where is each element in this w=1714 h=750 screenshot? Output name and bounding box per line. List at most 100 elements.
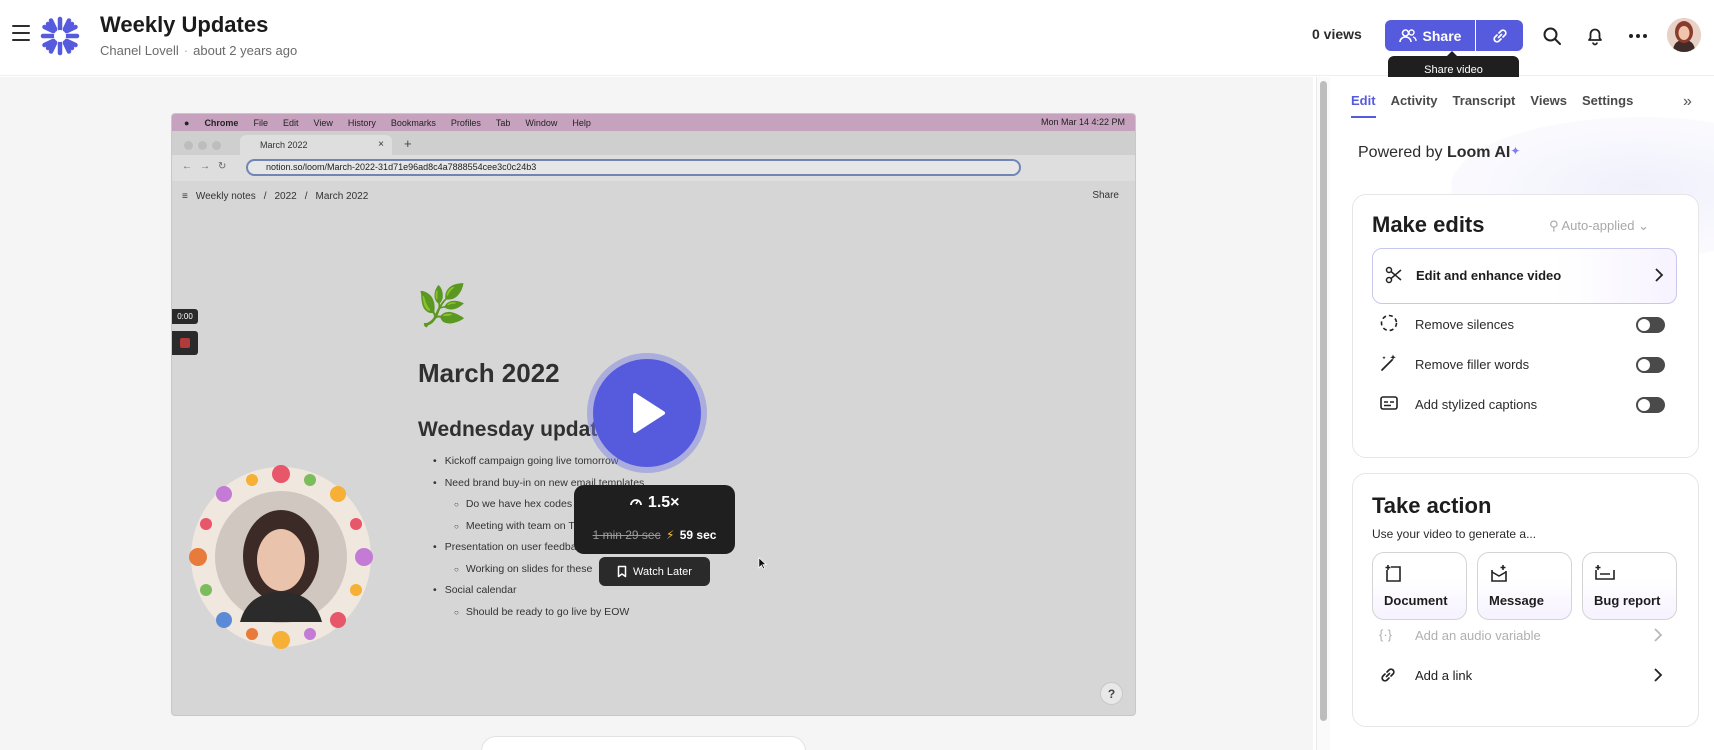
browser-tabstrip: March 2022 × + bbox=[172, 131, 1135, 155]
address-bar: notion.so/loom/March-2022-31d71e96ad8c4a… bbox=[246, 159, 1021, 176]
menu-item: Edit bbox=[282, 117, 299, 128]
menu-item: History bbox=[347, 117, 376, 128]
tab-activity[interactable]: Activity bbox=[1391, 93, 1438, 108]
menu-item: Bookmarks bbox=[390, 117, 436, 128]
remove-filler-toggle[interactable] bbox=[1636, 357, 1665, 373]
list-item: Should be ready to go live by EOW bbox=[435, 602, 644, 624]
author-name[interactable]: Chanel Lovell bbox=[100, 43, 179, 58]
new-duration: 59 sec bbox=[679, 528, 717, 542]
make-edits-title: Make edits bbox=[1372, 212, 1485, 237]
play-button[interactable] bbox=[593, 359, 701, 467]
braces-icon: {·} bbox=[1379, 627, 1393, 642]
remove-filler-row: Remove filler words bbox=[1372, 350, 1677, 378]
menu-item: File bbox=[253, 117, 268, 128]
mac-menubar: ● Chrome File Edit View History Bookmark… bbox=[172, 114, 1135, 131]
captions-icon bbox=[1380, 396, 1398, 410]
edit-enhance-label: Edit and enhance video bbox=[1416, 268, 1562, 283]
speed-value: 1.5× bbox=[647, 494, 680, 511]
menu-item: Chrome bbox=[204, 117, 239, 128]
generate-bug-report-button[interactable]: Bug report bbox=[1582, 552, 1677, 620]
doc-heading: Wednesday updates bbox=[418, 418, 621, 441]
time-ago: about 2 years ago bbox=[193, 43, 298, 58]
auto-applied-dropdown[interactable]: ⚲ Auto-applied ⌄ bbox=[1549, 218, 1649, 234]
more-options-icon[interactable] bbox=[1626, 24, 1650, 48]
edit-enhance-button[interactable]: Edit and enhance video bbox=[1372, 248, 1677, 304]
user-avatar[interactable] bbox=[1667, 18, 1701, 52]
leaf-icon: 🌿 bbox=[417, 284, 467, 328]
loom-logo-icon[interactable] bbox=[40, 16, 80, 56]
take-action-description: Use your video to generate a... bbox=[1372, 527, 1537, 541]
audio-variable-row[interactable]: {·} Add an audio variable bbox=[1372, 621, 1677, 649]
speed-card[interactable]: 1.5× 1 min 29 sec ⚡ 59 sec bbox=[574, 485, 735, 554]
bookmark-icon bbox=[617, 565, 627, 578]
menu-item: Window bbox=[525, 117, 558, 128]
share-button[interactable]: Share bbox=[1385, 20, 1475, 51]
add-captions-row: Add stylized captions bbox=[1372, 390, 1677, 418]
below-video-card bbox=[481, 736, 806, 750]
message-icon bbox=[1491, 565, 1507, 582]
collapse-panel-icon[interactable]: » bbox=[1683, 93, 1692, 111]
hamburger-menu-icon[interactable] bbox=[12, 25, 30, 41]
video-meta: Chanel Lovell · about 2 years ago bbox=[100, 43, 298, 58]
menu-item: Tab bbox=[495, 117, 511, 128]
add-link-row[interactable]: Add a link bbox=[1372, 661, 1677, 689]
chevron-right-icon bbox=[1655, 268, 1664, 282]
side-panel: Edit Activity Transcript Views Settings … bbox=[1331, 77, 1714, 750]
ticket-icon bbox=[1595, 565, 1615, 580]
browser-tab: March 2022 × bbox=[240, 135, 392, 155]
top-header: Weekly Updates Chanel Lovell · about 2 yea… bbox=[0, 0, 1714, 83]
tab-settings[interactable]: Settings bbox=[1582, 93, 1633, 108]
gauge-icon bbox=[630, 499, 643, 506]
generate-document-button[interactable]: Document bbox=[1372, 552, 1467, 620]
stop-recording-icon bbox=[172, 331, 198, 355]
views-count[interactable]: 0 views bbox=[1312, 26, 1362, 42]
apple-icon: ● bbox=[184, 117, 190, 128]
nav-arrows-icon: ←→↻ bbox=[182, 161, 235, 172]
add-captions-toggle[interactable] bbox=[1636, 397, 1665, 413]
generate-message-button[interactable]: Message bbox=[1477, 552, 1572, 620]
magic-wand-icon bbox=[1381, 354, 1396, 371]
remove-silences-row: Remove silences bbox=[1372, 310, 1677, 338]
people-icon bbox=[1398, 28, 1417, 42]
mac-clock: Mon Mar 14 4:22 PM bbox=[1040, 117, 1125, 127]
document-icon bbox=[1385, 565, 1401, 582]
menu-item: Help bbox=[572, 117, 591, 128]
bell-icon[interactable] bbox=[1583, 24, 1607, 48]
menu-item: Profiles bbox=[450, 117, 481, 128]
video-player[interactable]: ● Chrome File Edit View History Bookmark… bbox=[171, 113, 1136, 716]
speed-row: 1.5× bbox=[574, 494, 735, 512]
recording-time: 0:00 bbox=[172, 309, 198, 324]
scissors-icon bbox=[1385, 266, 1402, 284]
mouse-cursor-icon bbox=[758, 557, 767, 570]
link-icon bbox=[1492, 28, 1507, 43]
loom-ai-brand: Loom AI bbox=[1446, 144, 1511, 161]
lightning-icon: ⚡ bbox=[665, 528, 675, 542]
powered-by: Powered by Loom AI✦ bbox=[1358, 144, 1521, 161]
close-icon: × bbox=[378, 139, 384, 150]
panel-tabs: Edit Activity Transcript Views Settings bbox=[1351, 93, 1633, 118]
tab-views[interactable]: Views bbox=[1530, 93, 1567, 108]
tab-transcript[interactable]: Transcript bbox=[1453, 93, 1516, 108]
search-icon[interactable] bbox=[1540, 24, 1564, 48]
share-label: Share bbox=[1422, 27, 1462, 44]
take-action-card: Take action Use your video to generate a… bbox=[1352, 473, 1699, 727]
chevron-right-icon bbox=[1654, 668, 1663, 682]
address-row: ←→↻ notion.so/loom/March-2022-31d71e96ad… bbox=[172, 155, 1135, 181]
duration-row: 1 min 29 sec ⚡ 59 sec bbox=[574, 528, 735, 542]
chevron-down-icon: ⌄ bbox=[1638, 218, 1649, 233]
watch-later-button[interactable]: Watch Later bbox=[599, 557, 710, 586]
copy-link-button[interactable] bbox=[1476, 20, 1523, 51]
doc-title: March 2022 bbox=[418, 358, 560, 388]
presenter-camera-bubble bbox=[189, 465, 373, 649]
video-title[interactable]: Weekly Updates bbox=[100, 12, 268, 38]
silence-icon bbox=[1380, 314, 1398, 332]
main-scrollbar[interactable] bbox=[1316, 77, 1330, 750]
take-action-title: Take action bbox=[1372, 493, 1492, 518]
help-button[interactable]: ? bbox=[1100, 682, 1123, 705]
tab-edit[interactable]: Edit bbox=[1351, 93, 1376, 118]
menu-icon: ≡ bbox=[182, 191, 188, 202]
video-area: ● Chrome File Edit View History Bookmark… bbox=[0, 77, 1313, 750]
plus-icon: + bbox=[404, 136, 412, 151]
remove-silences-toggle[interactable] bbox=[1636, 317, 1665, 333]
link-icon bbox=[1381, 668, 1395, 682]
